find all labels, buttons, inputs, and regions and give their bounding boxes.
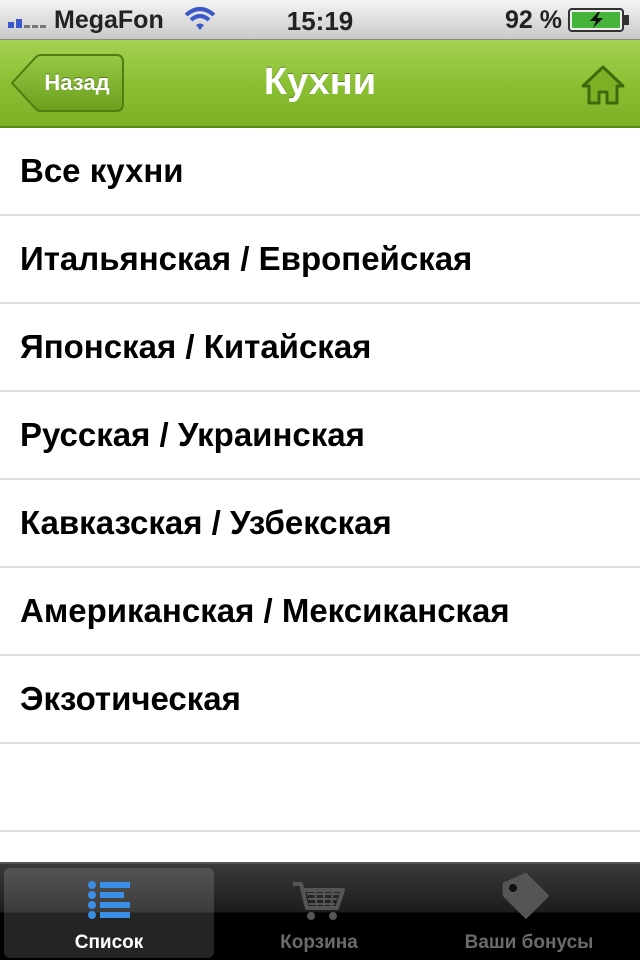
list-item-label: Кавказская / Узбекская (20, 504, 392, 541)
empty-list-row (0, 744, 640, 832)
list-item-label: Все кухни (20, 152, 184, 189)
list-item-american-mexican[interactable]: Американская / Мексиканская (0, 568, 640, 656)
list-item-japanese-chinese[interactable]: Японская / Китайская (0, 304, 640, 392)
tag-icon (502, 872, 550, 920)
battery-charging-icon (568, 8, 629, 32)
navigation-bar: Назад Кухни (0, 40, 640, 128)
list-icon (88, 881, 130, 919)
list-item-label: Японская / Китайская (20, 328, 372, 365)
list-item-exotic[interactable]: Экзотическая (0, 656, 640, 744)
list-item-label: Русская / Украинская (20, 416, 365, 453)
status-bar: MegaFon 15:19 92 % (0, 0, 640, 40)
list-item-russian-ukrainian[interactable]: Русская / Украинская (0, 392, 640, 480)
list-item-italian-european[interactable]: Итальянская / Европейская (0, 216, 640, 304)
cart-icon (293, 882, 345, 920)
cuisine-list: Все кухни Итальянская / Европейская Япон… (0, 128, 640, 832)
tab-list-label: Список (74, 932, 144, 953)
home-button[interactable] (580, 64, 626, 106)
list-item-label: Итальянская / Европейская (20, 240, 473, 277)
tab-bonuses-label: Ваши бонусы (464, 932, 594, 953)
page-title: Кухни (263, 61, 377, 103)
list-item-label: Американская / Мексиканская (20, 592, 510, 629)
tab-cart[interactable]: Корзина (214, 868, 424, 958)
list-item-caucasian-uzbek[interactable]: Кавказская / Узбекская (0, 480, 640, 568)
back-button[interactable]: Назад (10, 54, 124, 112)
list-item-all-cuisines[interactable]: Все кухни (0, 128, 640, 216)
tab-bonuses[interactable]: Ваши бонусы (424, 868, 634, 958)
tab-bar: Список Корзина Ваши бонусы (0, 862, 640, 960)
home-icon (581, 65, 625, 105)
battery-percent: 92 % (505, 6, 562, 34)
list-item-label: Экзотическая (20, 680, 241, 717)
tab-list[interactable]: Список (4, 868, 214, 958)
tab-cart-label: Корзина (280, 932, 358, 953)
back-button-label: Назад (44, 70, 110, 95)
